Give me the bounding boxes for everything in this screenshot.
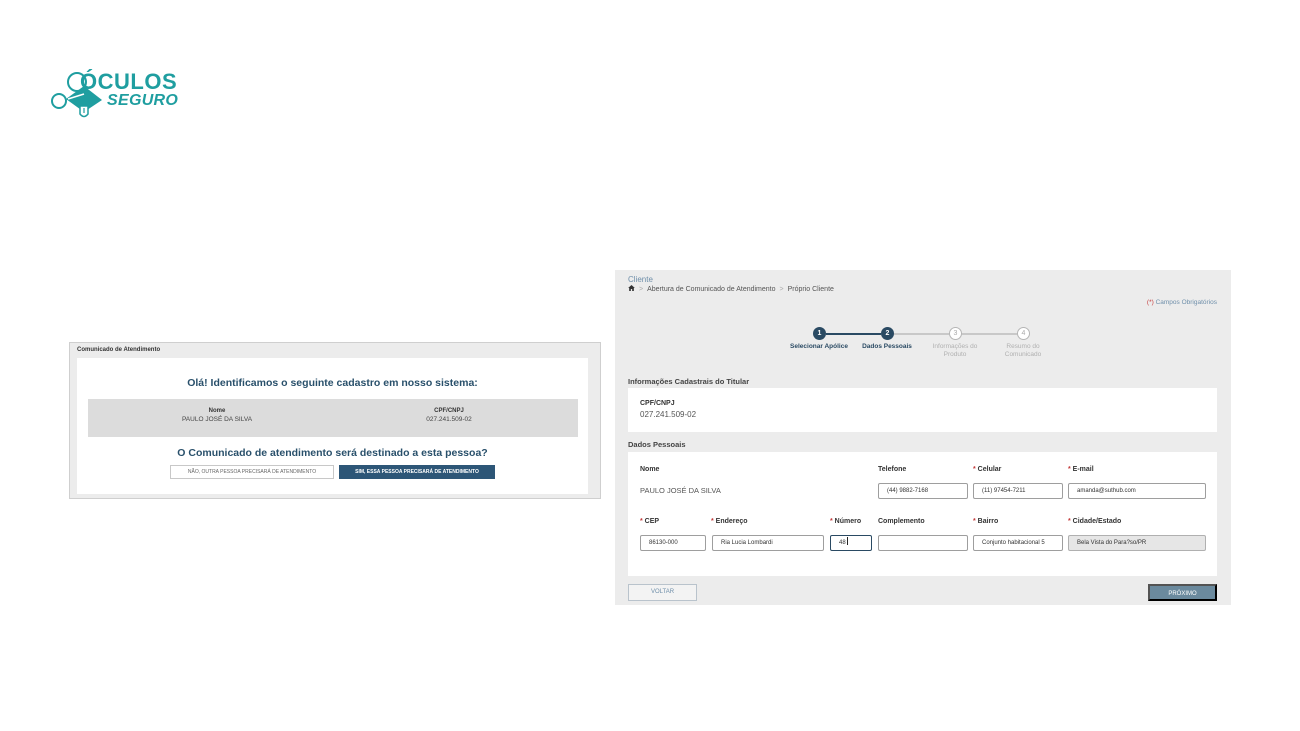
- step-1-circle: 1: [813, 327, 826, 340]
- email-input[interactable]: amanda@suthub.com: [1068, 483, 1206, 499]
- page-title[interactable]: Cliente: [628, 275, 653, 284]
- address-input[interactable]: Ria Lucia Lombardi: [712, 535, 824, 551]
- name-label: Nome: [208, 408, 226, 414]
- holder-info-card: CPF/CNPJ 027.241.509-02: [628, 388, 1217, 432]
- personal-section-title: Dados Pessoais: [628, 440, 686, 449]
- number-input-value: 48: [839, 540, 846, 546]
- document-value: 027.241.509-02: [426, 416, 472, 423]
- step-connector-3: [962, 333, 1017, 335]
- breadcrumb-item-proprio-cliente: Próprio Cliente: [787, 286, 834, 293]
- mobile-label: * Celular: [973, 466, 1002, 473]
- breadcrumb-separator: >: [779, 286, 784, 293]
- home-icon[interactable]: [628, 285, 635, 291]
- required-fields-note: (*) Campos Obrigatórios: [1147, 299, 1217, 306]
- holder-document-value: 027.241.509-02: [640, 410, 697, 419]
- text-caret: [846, 537, 848, 545]
- required-star: (*): [1146, 299, 1154, 306]
- step-3-circle: 3: [949, 327, 962, 340]
- phone-label: Telefone: [878, 466, 907, 473]
- complement-label: Complemento: [878, 518, 925, 525]
- panel-body: Olá! Identificamos o seguinte cadastro e…: [77, 358, 588, 494]
- address-label: * Endereço: [711, 518, 748, 525]
- step-4-circle: 4: [1017, 327, 1030, 340]
- step-4-label: Resumo do Comunicado: [1004, 343, 1042, 358]
- this-person-button[interactable]: SIM, ESSA PESSOA PRECISARÁ DE ATENDIMENT…: [339, 465, 495, 479]
- cep-label: * CEP: [640, 518, 660, 525]
- record-summary: Nome PAULO JOSÉ DA SILVA CPF/CNPJ 027.24…: [88, 399, 578, 437]
- confirm-question: O Comunicado de atendimento será destina…: [177, 447, 488, 459]
- panel-header: Comunicado de Atendimento: [77, 347, 161, 353]
- back-button[interactable]: VOLTAR: [628, 584, 697, 601]
- complement-input[interactable]: [878, 535, 968, 551]
- required-note-text: Campos Obrigatórios: [1155, 299, 1217, 306]
- mobile-input[interactable]: (11) 97454-7211: [973, 483, 1063, 499]
- name-value: PAULO JOSÉ DA SILVA: [640, 486, 721, 495]
- name-value: PAULO JOSÉ DA SILVA: [181, 416, 253, 423]
- record-document: CPF/CNPJ 027.241.509-02: [349, 408, 549, 423]
- phone-input[interactable]: (44) 9882-7168: [878, 483, 968, 499]
- number-label: * Número: [830, 518, 862, 525]
- personal-data-form-panel: Cliente > Abertura de Comunicado de Atend…: [615, 270, 1231, 605]
- logo-text-seguro: SEGURO: [107, 92, 179, 109]
- breadcrumb-separator: >: [639, 286, 644, 293]
- city-label: * Cidade/Estado: [1068, 518, 1122, 525]
- district-input[interactable]: Conjunto habitacional 5: [973, 535, 1063, 551]
- step-connector-2: [894, 333, 949, 335]
- personal-data-card: Nome Telefone * Celular * E-mail PAULO J…: [628, 452, 1217, 576]
- greeting-heading: Olá! Identificamos o seguinte cadastro e…: [187, 377, 478, 389]
- next-button[interactable]: PRÓXIMO: [1148, 584, 1217, 601]
- holder-section-title: Informações Cadastrais do Titular: [628, 377, 750, 386]
- document-label: CPF/CNPJ: [434, 408, 464, 414]
- cep-input[interactable]: 86130-000: [640, 535, 706, 551]
- progress-stepper: 1 2 3 4 Selecionar Apólice Dados Pessoai…: [775, 327, 1075, 367]
- breadcrumb-item-abertura[interactable]: Abertura de Comunicado de Atendimento: [647, 286, 775, 293]
- step-2-circle: 2: [881, 327, 894, 340]
- email-label: * E-mail: [1068, 466, 1094, 473]
- oculos-seguro-logo: ÓCULOS SEGURO: [50, 68, 185, 124]
- city-input: Bela Vista do Para?so/PR: [1068, 535, 1206, 551]
- district-label: * Bairro: [973, 518, 999, 525]
- other-person-button[interactable]: NÃO, OUTRA PESSOA PRECISARÁ DE ATENDIMEN…: [170, 465, 334, 479]
- step-connector-1: [826, 333, 881, 335]
- confirm-record-panel: Comunicado de Atendimento Olá! Identific…: [69, 342, 601, 499]
- breadcrumb: > Abertura de Comunicado de Atendimento > P…: [628, 285, 834, 293]
- holder-document-label: CPF/CNPJ: [640, 400, 675, 407]
- number-input[interactable]: 48: [830, 535, 872, 551]
- record-name: Nome PAULO JOSÉ DA SILVA: [117, 408, 317, 423]
- name-label: Nome: [640, 466, 660, 473]
